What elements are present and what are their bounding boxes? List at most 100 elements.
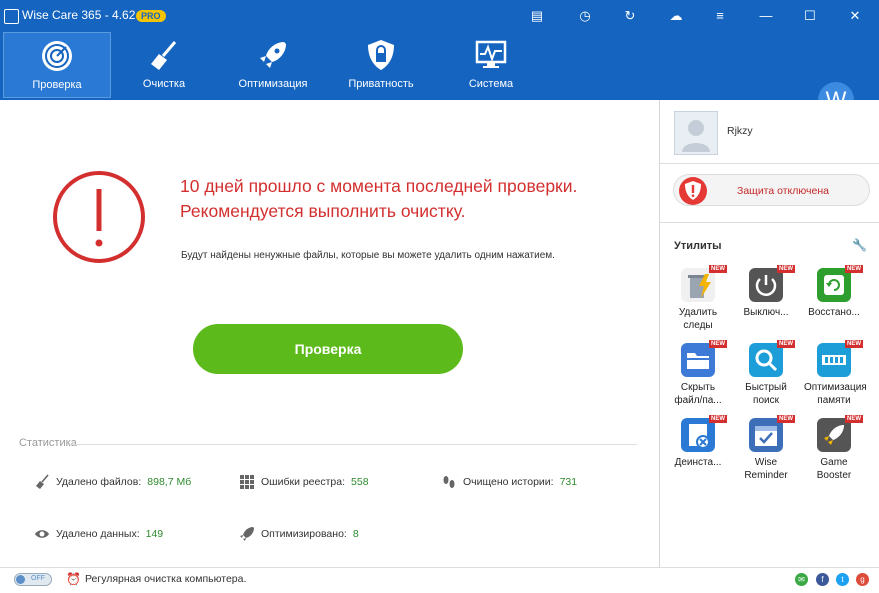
trash-bolt-icon: NEW [681,265,727,302]
utility-label: Деинста... [674,457,722,468]
utility-label: Оптимизация памяти [804,382,867,406]
username: Rjkzy [727,125,753,137]
facebook-icon[interactable]: f [816,573,829,586]
stat-registry-errors: Ошибки реестра: 558 [239,474,369,490]
statistics-label: Статистика [19,437,77,449]
restore-icon: NEW [817,265,863,302]
utility-memory-optimization[interactable]: NEW Оптимизация памяти [804,340,867,407]
utility-quick-search[interactable]: NEW Быстрый поиск [736,340,796,407]
divider [70,444,637,445]
toggle-label: OFF [31,575,45,582]
divider [660,163,879,164]
stat-optimized: Оптимизировано: 8 [239,526,359,542]
new-badge: NEW [709,415,727,423]
nav-item-optimize[interactable]: Оптимизация [219,32,327,98]
alert-icon [53,171,145,263]
sidebar [659,100,879,567]
stat-deleted-files: Удалено файлов: 898,7 Мб [34,474,191,490]
stat-label: Удалено данных: [56,528,140,540]
new-badge: NEW [845,265,863,273]
nav-label: Очистка [142,78,186,90]
protection-status-text: Защита отключена [737,185,829,197]
grid-icon [240,475,254,489]
new-badge: NEW [845,415,863,423]
uninstall-icon: NEW [681,415,727,452]
utility-restore[interactable]: NEW Восстано... [804,265,864,319]
folder-icon: NEW [681,340,727,377]
utility-wise-reminder[interactable]: NEW Wise Reminder [736,415,796,482]
scheduled-clean-text: Регулярная очистка компьютера. [85,573,247,585]
broom-icon [151,41,177,70]
minimize-icon[interactable]: — [757,7,775,25]
message-icon[interactable]: ✉ [795,573,808,586]
app-logo-icon [4,9,19,24]
new-badge: NEW [777,415,795,423]
rocket-icon [240,527,254,541]
refresh-icon[interactable]: ↻ [621,7,639,25]
menu-icon[interactable]: ≡ [711,7,729,25]
new-badge: NEW [709,265,727,273]
utility-hide-files[interactable]: NEW Скрыть файл/па... [668,340,728,407]
toggle-knob [16,575,25,584]
nav-label: Система [468,78,514,90]
utility-label: Удалить следы [678,307,718,331]
stat-value: 149 [145,528,164,540]
maximize-icon[interactable]: ☐ [801,7,819,25]
shield-warning-icon [679,177,707,205]
stat-label: Ошибки реестра: [261,476,346,488]
auto-clean-toggle[interactable]: OFF [14,573,52,586]
nav-label: Оптимизация [238,78,308,90]
restore-point-icon[interactable]: ◷ [576,7,594,25]
user-avatar[interactable] [674,111,718,155]
nav-item-privacy[interactable]: Приватность [327,32,435,98]
rocket-icon [260,42,286,68]
scan-button[interactable]: Проверка [193,324,463,374]
nav-label: Проверка [32,79,82,91]
stat-value: 731 [559,476,578,488]
new-badge: NEW [777,265,795,273]
radar-icon [42,41,72,71]
shield-lock-icon [368,40,394,70]
utility-label: Выключ... [743,307,789,318]
google-plus-icon[interactable]: g [856,573,869,586]
feedback-icon[interactable]: ▤ [528,7,546,25]
upload-icon[interactable]: ☁ [667,7,685,25]
nav-item-system[interactable]: Система [437,32,545,98]
scan-reminder-subtext: Будут найдены ненужные файлы, которые вы… [181,250,555,261]
broom-icon [36,474,49,489]
nav-label: Приватность [348,78,414,90]
stat-label: Удалено файлов: [56,476,142,488]
nav-item-clean[interactable]: Очистка [110,32,218,98]
utility-label: Game Booster [816,457,852,481]
alarm-clock-icon: ⏰ [66,572,81,586]
stat-value: 898,7 Мб [147,476,192,488]
stat-deleted-data: Удалено данных: 149 [34,526,163,542]
utility-shutdown[interactable]: NEW Выключ... [736,265,796,319]
utilities-title: Утилиты [674,240,722,252]
rocket-icon: NEW [817,415,863,452]
utility-game-booster[interactable]: NEW Game Booster [804,415,864,482]
utility-label: Wise Reminder [744,457,788,481]
stat-label: Оптимизировано: [261,528,347,540]
search-icon: NEW [749,340,795,377]
stat-label: Очищено истории: [463,476,554,488]
stat-value: 8 [352,528,359,540]
scan-reminder-headline: 10 дней прошло с момента последней прове… [180,176,578,221]
new-badge: NEW [845,340,863,348]
stat-history-cleaned: Очищено истории: 731 [441,474,577,490]
title-bar: Wise Care 365 - 4.62 PRO ▤ ◷ ↻ ☁ ≡ — ☐ ✕ [0,0,879,32]
close-icon[interactable]: ✕ [846,7,864,25]
utility-label: Скрыть файл/па... [674,382,722,406]
calendar-check-icon: NEW [749,415,795,452]
user-silhouette-icon [682,120,710,152]
new-badge: NEW [709,340,727,348]
utility-label: Быстрый поиск [745,382,787,406]
utility-label: Восстано... [808,307,860,318]
twitter-icon[interactable]: t [836,573,849,586]
utility-uninstaller[interactable]: NEW Деинста... [668,415,728,469]
nav-item-scan[interactable]: Проверка [3,32,111,98]
wrench-icon[interactable]: 🔧 [852,238,867,252]
eye-icon [35,530,49,538]
utility-delete-traces[interactable]: NEW Удалить следы [668,265,728,332]
new-badge: NEW [777,340,795,348]
